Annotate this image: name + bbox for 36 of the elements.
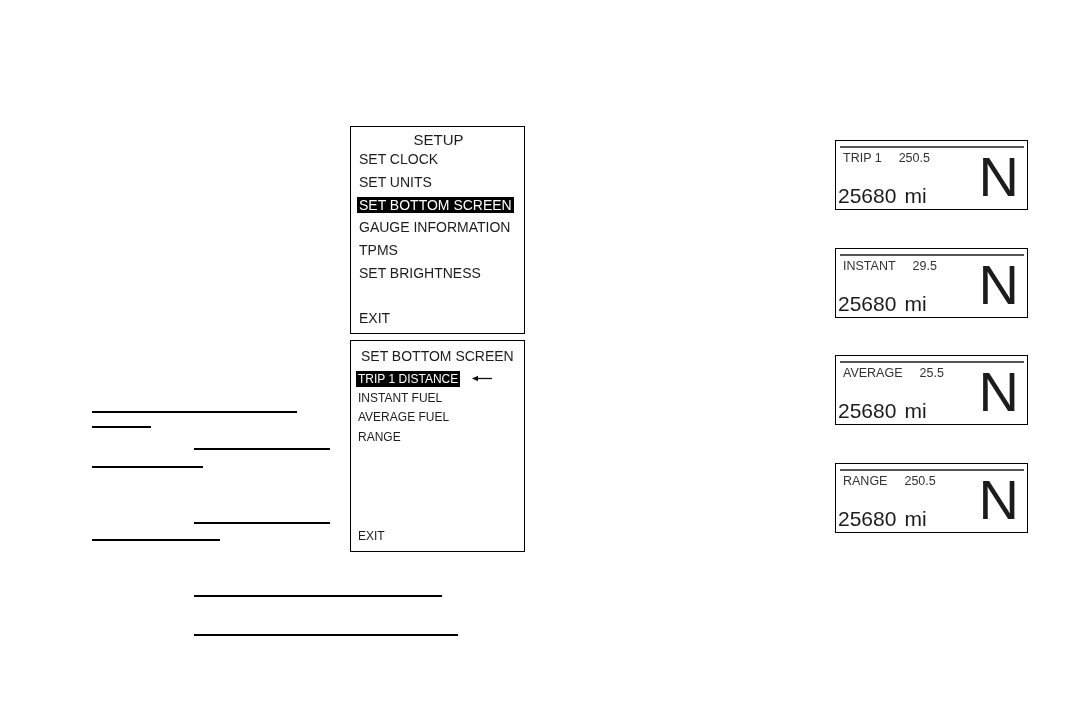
gear-indicator: N: [978, 149, 1019, 205]
fill-in-line: [92, 426, 151, 428]
display-mode-value: 250.5: [898, 151, 930, 166]
odometer-reading: 25680: [838, 507, 897, 532]
menu-item[interactable]: SET CLOCK: [357, 151, 441, 168]
display-mode-label: AVERAGE: [843, 366, 903, 382]
odometer-unit: mi: [904, 184, 927, 208]
menu-item[interactable]: GAUGE INFORMATION: [357, 219, 513, 236]
exit-item[interactable]: EXIT: [356, 528, 387, 544]
display-mode-label: INSTANT: [843, 258, 896, 274]
exit-item[interactable]: EXIT: [357, 310, 393, 327]
menu-item[interactable]: TRIP 1 DISTANCE: [356, 370, 461, 387]
menu-item[interactable]: RANGE: [356, 428, 403, 445]
gear-indicator: N: [978, 472, 1019, 529]
menu-item[interactable]: TPMS: [357, 242, 400, 259]
gear-indicator: N: [978, 256, 1019, 313]
odometer-unit: mi: [904, 507, 927, 532]
left-arrow-icon: [472, 375, 493, 383]
menu-item[interactable]: SET BOTTOM SCREEN: [357, 196, 514, 213]
menu-item[interactable]: SET UNITS: [357, 174, 434, 191]
display-mode-label: TRIP 1: [843, 151, 882, 166]
odometer-unit: mi: [904, 291, 927, 316]
odometer-reading: 25680: [838, 184, 897, 208]
odometer-reading: 25680: [838, 399, 897, 424]
menu-title: SETUP: [413, 132, 464, 148]
display-mode-label: RANGE: [843, 474, 888, 490]
menu-item[interactable]: AVERAGE FUEL: [356, 409, 452, 426]
menu-title: SET BOTTOM SCREEN: [361, 347, 514, 365]
menu-item[interactable]: INSTANT FUEL: [356, 389, 445, 406]
display-mode-value: 25.5: [919, 366, 944, 382]
gear-indicator: N: [978, 364, 1019, 421]
display-mode-value: 250.5: [904, 474, 936, 490]
menu-item[interactable]: SET BRIGHTNESS: [357, 264, 483, 281]
odometer-reading: 25680: [838, 291, 897, 316]
odometer-unit: mi: [904, 399, 927, 424]
display-mode-value: 29.5: [912, 258, 937, 274]
